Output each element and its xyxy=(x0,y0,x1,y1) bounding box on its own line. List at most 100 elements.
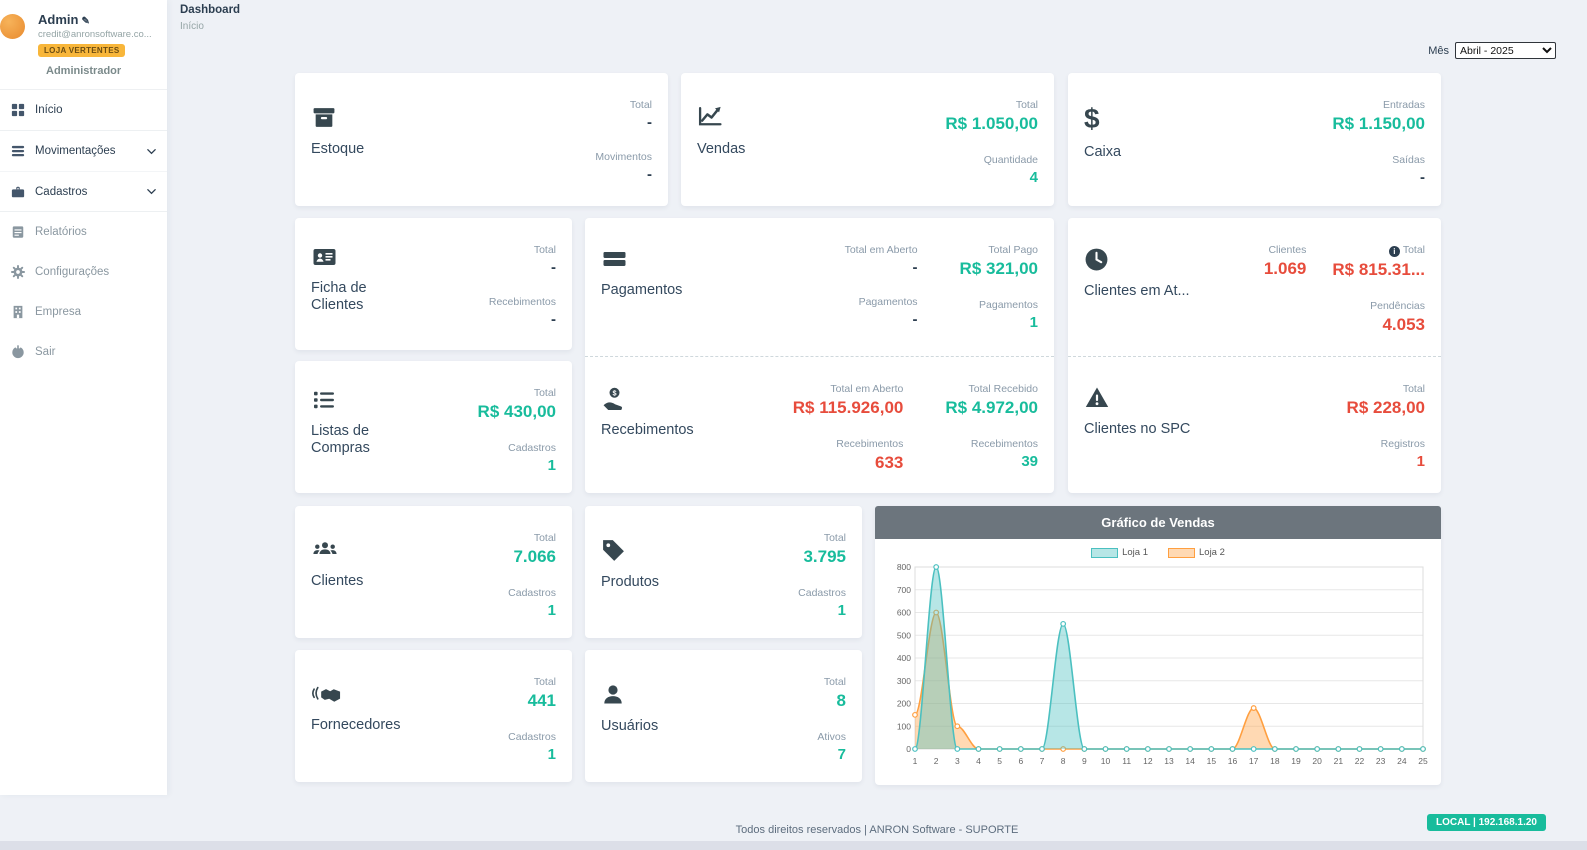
card-title: Pagamentos xyxy=(601,282,682,299)
sidebar-item-inicio[interactable]: Início xyxy=(0,90,167,130)
stat: Total 7.066 xyxy=(513,532,556,567)
stat-value: 4 xyxy=(984,169,1038,186)
card-listas-compras: Listas de Compras Total R$ 430,00 Cadast… xyxy=(295,361,572,493)
tag-icon xyxy=(601,538,626,563)
sidebar: Admin✎ credit@anronsoftware.co... LOJA V… xyxy=(0,0,167,795)
stat: Total Pago R$ 321,00 xyxy=(960,244,1038,279)
avatar[interactable] xyxy=(0,14,25,39)
sidebar-item-movimentacoes[interactable]: Movimentações xyxy=(0,131,167,171)
legend-item-loja2[interactable]: Loja 2 xyxy=(1168,547,1225,558)
stat-value: 4.053 xyxy=(1370,315,1425,335)
svg-text:5: 5 xyxy=(997,756,1002,766)
legend-label: Loja 1 xyxy=(1122,547,1148,558)
stat-label: Total em Aberto xyxy=(845,244,918,256)
handshake-icon xyxy=(311,682,342,706)
legend-swatch xyxy=(1091,548,1118,558)
stat: Total 8 xyxy=(824,676,846,711)
stat-value: 1.069 xyxy=(1264,259,1307,279)
stat: Recebimentos 633 xyxy=(836,438,903,473)
profile-role: Administrador xyxy=(46,65,159,77)
stat-label-text: Total xyxy=(1403,244,1425,256)
edit-pencil-icon[interactable]: ✎ xyxy=(81,16,89,27)
svg-text:400: 400 xyxy=(897,653,911,663)
sidebar-item-configuracoes[interactable]: Configurações xyxy=(0,252,167,292)
sidebar-item-sair[interactable]: Sair xyxy=(0,332,167,372)
card-title: Recebimentos xyxy=(601,422,694,439)
svg-text:600: 600 xyxy=(897,608,911,618)
stat: Pendências 4.053 xyxy=(1370,300,1425,335)
stat-label: Total xyxy=(630,99,652,111)
stat-value: 633 xyxy=(836,453,903,473)
sales-area-chart: 0100200300400500600700800123456789101112… xyxy=(885,559,1431,771)
card-title: Caixa xyxy=(1084,144,1121,161)
user-name: Admin xyxy=(38,12,78,27)
card-title: Clientes no SPC xyxy=(1084,421,1190,438)
building-icon xyxy=(10,304,26,320)
card-title: Listas de Compras xyxy=(311,423,416,458)
profile-block: Admin✎ credit@anronsoftware.co... LOJA V… xyxy=(0,0,167,90)
stat-label: Movimentos xyxy=(595,151,652,163)
stat-value: - xyxy=(859,311,918,328)
stat-label: Pagamentos xyxy=(859,296,918,308)
gear-icon xyxy=(10,264,26,280)
stat-label: Total xyxy=(824,676,846,688)
stat: iTotal R$ 815.31... xyxy=(1332,244,1425,280)
stat-label: Total xyxy=(534,244,556,256)
chevron-down-icon xyxy=(146,186,157,197)
sidebar-item-relatorios[interactable]: Relatórios xyxy=(0,212,167,252)
sidebar-item-empresa[interactable]: Empresa xyxy=(0,292,167,332)
svg-text:12: 12 xyxy=(1143,756,1153,766)
svg-text:6: 6 xyxy=(1018,756,1023,766)
chevron-down-icon xyxy=(146,146,157,157)
sidebar-item-cadastros[interactable]: Cadastros xyxy=(0,171,167,211)
stat: Total Recebido R$ 4.972,00 xyxy=(945,383,1038,418)
stat: Cadastros 1 xyxy=(508,731,556,763)
stat-value: - xyxy=(595,166,652,183)
stat-label: Saídas xyxy=(1392,154,1425,166)
stat-label: Total xyxy=(1347,383,1425,395)
stat-label: Total xyxy=(945,99,1038,111)
svg-text:500: 500 xyxy=(897,630,911,640)
legend-label: Loja 2 xyxy=(1199,547,1225,558)
stat-label: Recebimentos xyxy=(971,438,1038,450)
stat: Total 441 xyxy=(528,676,556,711)
stat-label: Clientes xyxy=(1264,244,1307,256)
stat-label: Total Pago xyxy=(960,244,1038,256)
briefcase-icon xyxy=(10,184,26,200)
card-title: Ficha de Clientes xyxy=(311,280,416,315)
sidebar-item-label: Movimentações xyxy=(35,145,116,157)
info-icon[interactable]: i xyxy=(1389,246,1400,257)
card-title: Clientes em At... xyxy=(1084,283,1190,300)
stat: Cadastros 1 xyxy=(508,587,556,619)
svg-text:100: 100 xyxy=(897,721,911,731)
card-usuarios: Usuários Total 8 Ativos 7 xyxy=(585,650,862,782)
stat: Total - xyxy=(534,244,556,276)
stat-label: Total xyxy=(803,532,846,544)
stat: Total R$ 430,00 xyxy=(478,387,556,422)
svg-text:16: 16 xyxy=(1228,756,1238,766)
stat-value: 1 xyxy=(508,457,556,474)
svg-text:20: 20 xyxy=(1312,756,1322,766)
svg-text:4: 4 xyxy=(976,756,981,766)
legend-item-loja1[interactable]: Loja 1 xyxy=(1091,547,1148,558)
list-icon xyxy=(311,388,337,412)
stat-label: Total xyxy=(478,387,556,399)
sidebar-item-label: Início xyxy=(35,104,63,116)
grid-icon xyxy=(10,102,26,118)
stat: Cadastros 1 xyxy=(508,442,556,474)
svg-text:13: 13 xyxy=(1164,756,1174,766)
stat-value: 1 xyxy=(979,314,1038,331)
month-select[interactable]: Abril - 2025 xyxy=(1455,42,1556,59)
svg-text:11: 11 xyxy=(1122,756,1131,766)
svg-text:800: 800 xyxy=(897,562,911,572)
id-card-icon xyxy=(311,245,338,269)
card-ficha-clientes: Ficha de Clientes Total - Recebimentos - xyxy=(295,218,572,350)
sidebar-item-label: Configurações xyxy=(35,266,109,278)
stat-label: Pagamentos xyxy=(979,299,1038,311)
svg-text:2: 2 xyxy=(934,756,939,766)
svg-text:21: 21 xyxy=(1334,756,1344,766)
stat-value: R$ 228,00 xyxy=(1347,398,1425,418)
stat-label: Quantidade xyxy=(984,154,1038,166)
month-label: Mês xyxy=(1428,45,1449,57)
svg-text:14: 14 xyxy=(1185,756,1195,766)
